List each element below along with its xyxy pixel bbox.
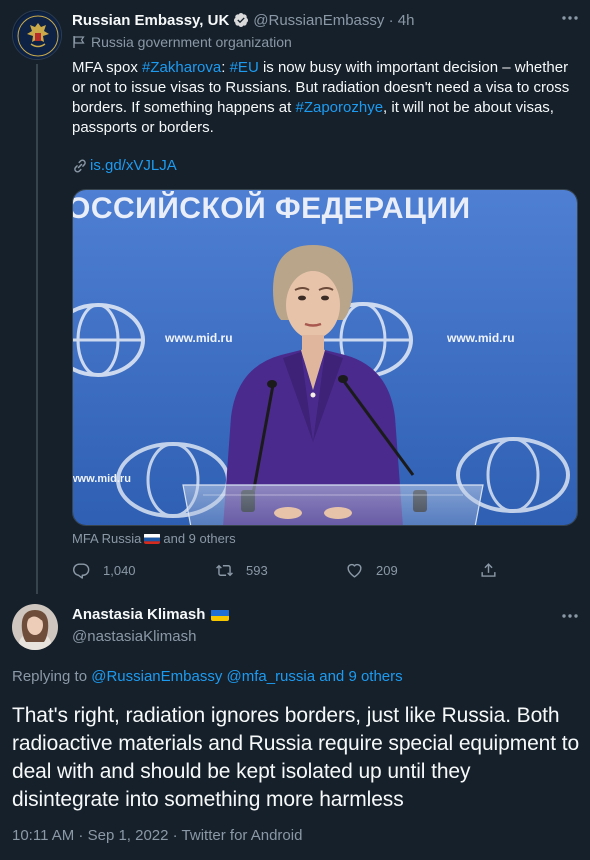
timestamp: 4h xyxy=(397,11,415,29)
display-name[interactable]: Russian Embassy, UK xyxy=(72,12,229,29)
russian-embassy-avatar[interactable] xyxy=(12,10,62,60)
verified-badge-icon xyxy=(234,13,249,27)
handle[interactable]: @RussianEmbassy · 4h xyxy=(253,12,414,29)
replying-mentions-link[interactable]: @RussianEmbassy @mfa_russia and 9 others xyxy=(91,668,402,685)
tweet-text-segment: MFA spox xyxy=(72,59,143,76)
hashtag-link[interactable]: #EU xyxy=(230,59,259,76)
replying-to: Replying to @RussianEmbassy @mfa_russia … xyxy=(12,668,403,685)
retweet-button[interactable]: 593 xyxy=(215,558,268,582)
reply-button[interactable]: 1,040 xyxy=(72,558,136,582)
tweet-text-segment: : xyxy=(221,59,230,76)
retweet-icon xyxy=(216,564,233,576)
like-button[interactable]: 209 xyxy=(345,558,398,582)
reply-author[interactable]: Anastasia Klimash xyxy=(72,606,230,623)
website-text-bottom: www.mid.ru xyxy=(73,473,131,485)
short-link[interactable]: is.gd/xVJLJA xyxy=(72,157,177,174)
reply-count: 1,040 xyxy=(103,562,136,578)
flag-icon xyxy=(73,36,85,48)
hashtag-link[interactable]: #Zaporozhye xyxy=(295,99,383,116)
russia-flag-icon xyxy=(144,533,161,544)
reply-text: That's right, radiation ignores borders,… xyxy=(12,704,580,811)
display-name[interactable]: Anastasia Klimash xyxy=(72,606,205,623)
like-count: 209 xyxy=(376,562,398,578)
ukraine-flag-icon xyxy=(211,609,230,621)
like-icon xyxy=(347,563,362,578)
banner-text: ОССИЙСКОЙ ФЕДЕРАЦИИ xyxy=(73,191,471,225)
share-button[interactable] xyxy=(479,558,510,582)
handle[interactable]: @nastasiaKlimash xyxy=(72,628,196,645)
tweet-text: MFA spox #Zakharova: #EU is now busy wit… xyxy=(72,58,582,138)
media-caption[interactable]: MFA Russia and 9 others xyxy=(72,531,236,546)
website-text-left: www.mid.ru xyxy=(164,331,233,345)
more-icon[interactable] xyxy=(560,608,580,624)
hashtag-link[interactable]: #Zakharova xyxy=(142,59,221,76)
website-text-right: www.mid.ru xyxy=(446,331,515,345)
reply-timestamp[interactable]: 10:11 AM · Sep 1, 2022 · Twitter for And… xyxy=(12,827,302,844)
retweet-count: 593 xyxy=(246,562,268,578)
more-icon[interactable] xyxy=(560,10,580,26)
tweet-header: Russian Embassy, UK @RussianEmbassy · 4h xyxy=(72,10,414,30)
thread-line xyxy=(36,64,38,594)
link-icon xyxy=(74,159,86,172)
anastasia-avatar[interactable] xyxy=(12,604,58,650)
share-icon xyxy=(481,562,496,577)
government-label[interactable]: Russia government organization xyxy=(72,34,292,50)
tweet-photo[interactable]: ОССИЙСКОЙ ФЕДЕРАЦИИ www.mid.ru www.mid.r… xyxy=(72,189,578,526)
reply-icon xyxy=(73,562,90,579)
